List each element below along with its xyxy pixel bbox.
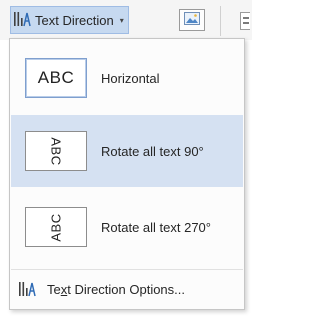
text-direction-button[interactable]: Text Direction ▾ (10, 6, 129, 34)
ribbon: Text Direction ▾ (0, 0, 252, 40)
menu-item-label: Horizontal (101, 70, 160, 86)
text-direction-label: Text Direction (35, 12, 114, 28)
text-direction-menu: ABC Horizontal ABC Rotate all text 90° A… (9, 38, 245, 310)
preview-text: ABC (48, 136, 64, 166)
rotate-90-preview: ABC (25, 131, 87, 171)
picture-icon (184, 12, 200, 28)
text-direction-icon (13, 280, 41, 298)
options-label: Text Direction Options... (47, 282, 185, 297)
preview-wrapper: ABC (11, 58, 101, 98)
preview-wrapper: ABC (11, 207, 101, 247)
preview-text: ABC (48, 212, 64, 242)
horizontal-preview: ABC (25, 58, 87, 98)
preview-text: ABC (37, 68, 75, 87)
text-direction-options-item[interactable]: Text Direction Options... (11, 272, 243, 306)
menu-divider (11, 269, 243, 270)
preview-wrapper: ABC (11, 131, 101, 171)
ribbon-separator (220, 6, 221, 36)
dropdown-caret-icon: ▾ (119, 15, 124, 25)
align-icon[interactable] (240, 12, 250, 30)
text-direction-icon (13, 10, 31, 31)
options-label-part: t Direction Options... (67, 281, 186, 297)
menu-item-horizontal[interactable]: ABC Horizontal (11, 42, 243, 114)
menu-item-label: Rotate all text 90° (101, 143, 204, 159)
options-label-part: Te (47, 281, 61, 297)
menu-item-rotate-270[interactable]: ABC Rotate all text 270° (11, 191, 243, 263)
menu-item-label: Rotate all text 270° (101, 219, 211, 235)
picture-button[interactable] (179, 9, 205, 31)
rotate-270-preview: ABC (25, 207, 87, 247)
menu-item-rotate-90[interactable]: ABC Rotate all text 90° (11, 115, 243, 187)
